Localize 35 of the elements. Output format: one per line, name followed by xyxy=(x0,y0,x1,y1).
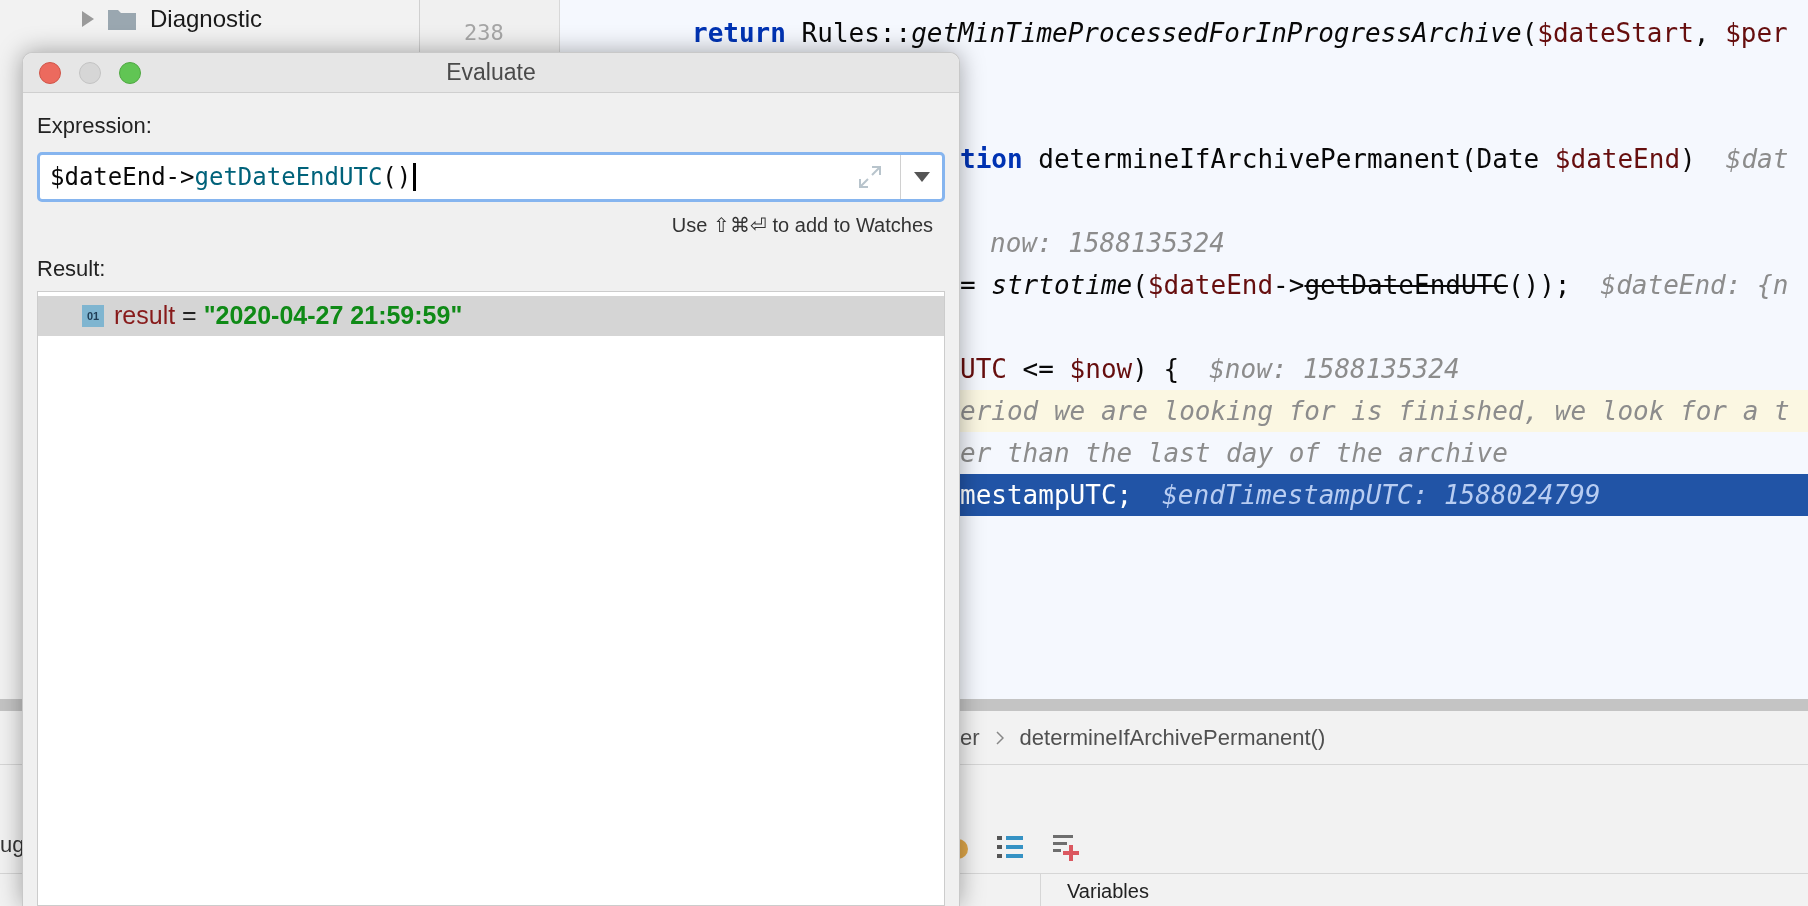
numbered-list-icon[interactable] xyxy=(996,833,1026,861)
tree-item[interactable]: Diagnostic xyxy=(150,1,263,37)
code-line: eriod we are looking for is finished, we look for a t xyxy=(960,394,1790,428)
result-row[interactable]: 01 result = "2020-04-27 21:59:59" xyxy=(38,296,944,336)
maximize-icon[interactable] xyxy=(119,62,141,84)
result-label: Result: xyxy=(37,255,106,283)
value-type-icon: 01 xyxy=(82,305,104,327)
breadcrumb[interactable]: er xyxy=(960,721,980,754)
code-line: tion determineIfArchivePermanent(Date $dateEnd) xyxy=(960,142,1696,176)
add-list-icon[interactable] xyxy=(1052,833,1082,861)
code-line: return Rules::getMinTimeProcessedForInProgressArchive($dateStart, $per xyxy=(692,16,1788,50)
window-title: Evaluate xyxy=(446,58,536,88)
inline-value-hint: $endTimestampUTC: 1588024799 xyxy=(1162,478,1601,512)
code-line: = strtotime($dateEnd->getDateEndUTC()); xyxy=(960,268,1571,302)
expand-arrow-icon[interactable] xyxy=(80,11,94,27)
variables-tab[interactable]: Variables xyxy=(1067,880,1149,902)
expression-label: Expression: xyxy=(37,112,152,140)
expression-text: $dateEnd->getDateEndUTC() xyxy=(50,162,412,193)
folder-icon xyxy=(108,8,136,30)
close-icon[interactable] xyxy=(39,62,61,84)
caret-icon xyxy=(913,172,930,182)
inline-value-hint: $now: 1588135324 xyxy=(1209,352,1460,386)
inline-value-hint: $dat xyxy=(1725,142,1789,176)
line-number: 238 xyxy=(463,19,505,47)
code-line: UTC <= $now) { xyxy=(960,352,1180,386)
inline-value-hint: now: 1588135324 xyxy=(990,226,1225,260)
code-line: er than the last day of the archive xyxy=(960,436,1508,470)
result-value: result = "2020-04-27 21:59:59" xyxy=(114,300,463,332)
watch-hint: Use ⇧⌘⏎ to add to Watches xyxy=(671,213,933,238)
inline-value-hint: $dateEnd: {n xyxy=(1600,268,1789,302)
breadcrumb[interactable]: determineIfArchivePermanent() xyxy=(1019,721,1326,754)
chevron-icon xyxy=(995,730,1004,745)
code-line: mestampUTC; xyxy=(960,478,1133,512)
expand-icon[interactable] xyxy=(858,165,882,189)
expression-field[interactable]: $dateEnd->getDateEndUTC() xyxy=(37,152,945,202)
